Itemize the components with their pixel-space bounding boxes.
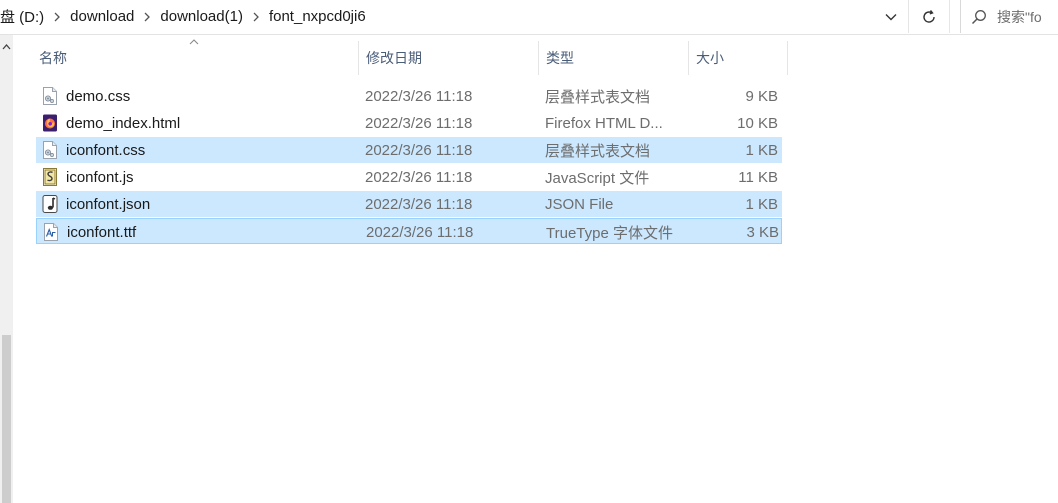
file-date: 2022/3/26 11:18 <box>366 223 474 241</box>
file-row[interactable]: demo.css 2022/3/26 11:18 层叠样式表文档 9 KB <box>36 83 782 109</box>
scroll-up-icon[interactable] <box>0 41 13 53</box>
file-name: iconfont.css <box>66 141 146 159</box>
breadcrumb: 盘 (D:) download download(1) font_nxpcd0j… <box>0 0 908 33</box>
file-type: JSON File <box>545 195 614 213</box>
file-name: demo.css <box>66 87 131 105</box>
chevron-right-icon[interactable] <box>139 12 155 22</box>
css-file-icon <box>41 83 59 109</box>
ttf-file-icon <box>42 219 60 245</box>
file-type: TrueType 字体文件 <box>546 224 673 242</box>
file-size: 1 KB <box>745 141 778 159</box>
chevron-right-icon[interactable] <box>49 12 65 22</box>
file-date: 2022/3/26 11:18 <box>365 87 473 105</box>
file-size: 9 KB <box>745 87 778 105</box>
file-type: 层叠样式表文档 <box>545 142 651 160</box>
column-header-name[interactable]: 名称 <box>36 41 357 75</box>
file-name: demo_index.html <box>66 114 181 132</box>
file-size: 10 KB <box>737 114 778 132</box>
address-history-button[interactable] <box>876 0 906 33</box>
file-size: 1 KB <box>745 195 778 213</box>
column-header-type[interactable]: 类型 <box>538 41 687 75</box>
file-row[interactable]: iconfont.ttf 2022/3/26 11:18 TrueType 字体… <box>36 218 782 244</box>
column-header-date[interactable]: 修改日期 <box>358 41 537 75</box>
sort-ascending-icon <box>189 39 199 45</box>
search-icon <box>961 9 997 25</box>
file-size: 3 KB <box>746 223 779 241</box>
file-date: 2022/3/26 11:18 <box>365 141 473 159</box>
breadcrumb-download[interactable]: download <box>65 8 139 25</box>
breadcrumb-drive[interactable]: 盘 (D:) <box>0 6 49 27</box>
json-file-icon <box>41 191 59 217</box>
search-box[interactable]: 搜索"fo <box>960 0 1058 33</box>
breadcrumb-current-folder[interactable]: font_nxpcd0ji6 <box>264 8 371 25</box>
address-bar: 盘 (D:) download download(1) font_nxpcd0j… <box>0 0 1058 35</box>
file-row[interactable]: iconfont.json 2022/3/26 11:18 JSON File … <box>36 191 782 217</box>
file-type: 层叠样式表文档 <box>545 88 651 106</box>
file-date: 2022/3/26 11:18 <box>365 195 473 213</box>
css-file-icon <box>41 137 59 163</box>
file-row[interactable]: iconfont.js 2022/3/26 11:18 JavaScript 文… <box>36 164 782 190</box>
file-name: iconfont.js <box>66 168 134 186</box>
column-header-size[interactable]: 大小 <box>688 41 788 75</box>
file-type: Firefox HTML D... <box>545 114 663 132</box>
file-name: iconfont.ttf <box>67 223 137 241</box>
scrollbar-thumb[interactable] <box>2 335 11 503</box>
file-date: 2022/3/26 11:18 <box>365 168 473 186</box>
file-date: 2022/3/26 11:18 <box>365 114 473 132</box>
firefox-html-icon <box>41 110 59 136</box>
breadcrumb-download-1[interactable]: download(1) <box>155 8 248 25</box>
file-type: JavaScript 文件 <box>545 169 650 187</box>
refresh-button[interactable] <box>908 0 950 33</box>
file-row[interactable]: demo_index.html 2022/3/26 11:18 Firefox … <box>36 110 782 136</box>
nav-pane-scrollbar[interactable] <box>0 35 13 503</box>
chevron-down-icon <box>885 13 897 21</box>
chevron-right-icon[interactable] <box>248 12 264 22</box>
search-placeholder: 搜索"fo <box>997 8 1042 25</box>
file-name: iconfont.json <box>66 195 151 213</box>
file-row[interactable]: iconfont.css 2022/3/26 11:18 层叠样式表文档 1 K… <box>36 137 782 163</box>
refresh-icon <box>921 9 937 25</box>
js-file-icon <box>41 164 59 190</box>
file-size: 11 KB <box>738 168 778 186</box>
